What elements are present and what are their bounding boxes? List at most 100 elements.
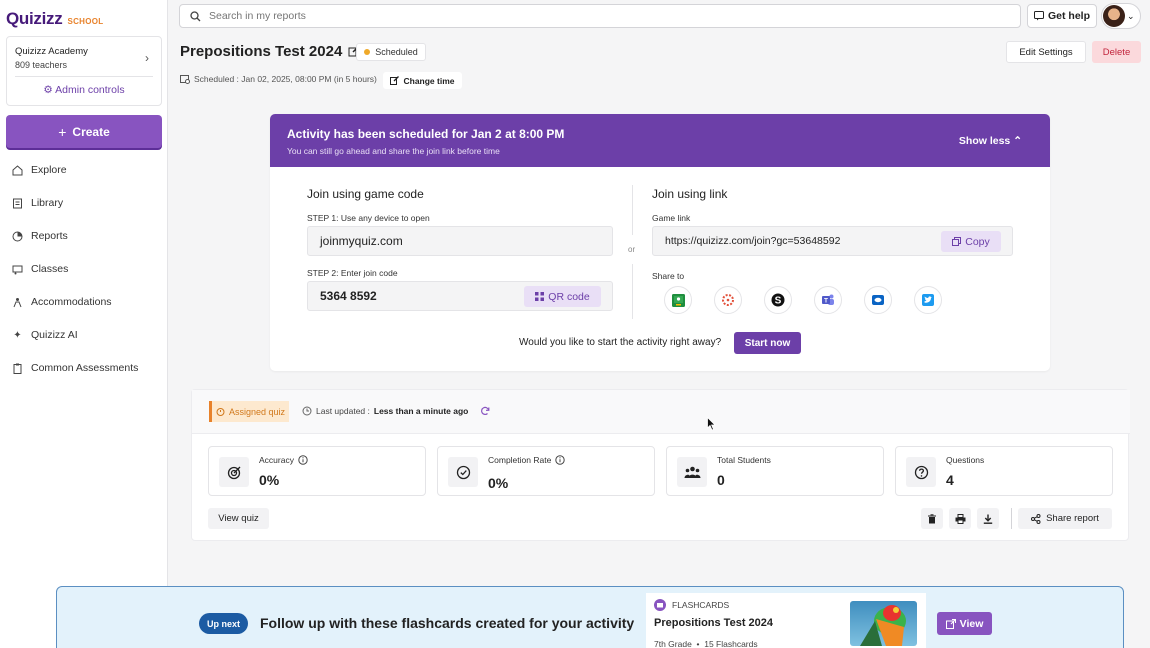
edit-settings-button[interactable]: Edit Settings [1006, 41, 1086, 63]
change-time-button[interactable]: Change time [383, 72, 462, 89]
search-bar[interactable] [179, 4, 1021, 28]
join-site: joinmyquiz.com [320, 234, 403, 248]
sidebar-item-library[interactable]: Library [12, 193, 162, 213]
change-time-label: Change time [403, 75, 455, 86]
calendar-clock-icon [180, 74, 190, 84]
create-label: Create [72, 124, 110, 139]
chevron-right-icon[interactable]: › [145, 51, 149, 65]
alarm-icon [216, 407, 225, 416]
twitter-share-button[interactable] [914, 286, 942, 314]
accommodations-icon [12, 297, 23, 308]
show-less-button[interactable]: Show less ⌃ [959, 135, 1022, 147]
quizizz-logo[interactable]: Quizizz SCHOOL [6, 9, 104, 29]
create-button[interactable]: + Create [6, 115, 162, 148]
share-report-button[interactable]: Share report [1018, 508, 1112, 529]
divider [15, 76, 153, 77]
chevron-down-icon: ⌄ [1127, 10, 1135, 21]
game-link-field[interactable]: https://quizizz.com/join?gc=53648592 Cop… [652, 226, 1013, 256]
up-next-badge: Up next [199, 613, 248, 634]
sidebar-item-label: Reports [31, 230, 68, 242]
start-prompt: Would you like to start the activity rig… [519, 337, 722, 348]
schoology-share-button[interactable]: S [764, 286, 792, 314]
join-code-field[interactable]: 5364 8592 QR code [307, 281, 613, 311]
help-chat-icon [1033, 11, 1044, 21]
status-dot [364, 49, 371, 55]
google-classroom-share-button[interactable] [664, 286, 692, 314]
schedule-info: Scheduled : Jan 02, 2025, 08:00 PM (in 5… [180, 74, 377, 84]
sidebar-item-label: Library [31, 197, 64, 209]
flashcard-set-card[interactable]: FLASHCARDS Prepositions Test 2024 7th Gr… [646, 593, 926, 648]
admin-controls-label: Admin controls [55, 84, 125, 96]
qr-code-button[interactable]: QR code [524, 286, 601, 307]
sidebar-item-classes[interactable]: Classes [12, 259, 162, 279]
sidebar-item-quizizz-ai[interactable]: ✦ Quizizz AI [12, 325, 162, 345]
last-updated: Last updated : Less than a minute ago [302, 406, 490, 416]
user-menu[interactable]: ⌄ [1101, 3, 1141, 29]
share-report-label: Share report [1046, 513, 1099, 524]
or-separator: or [628, 245, 636, 254]
step1-label: STEP 1: Use any device to open [307, 213, 430, 223]
get-help-button[interactable]: Get help [1027, 4, 1097, 28]
avatar [1103, 5, 1125, 27]
external-link-icon [945, 618, 956, 629]
last-updated-value: Less than a minute ago [373, 406, 469, 416]
org-name[interactable]: Quizizz Academy [15, 46, 88, 57]
sidebar-item-label: Classes [31, 263, 69, 275]
sidebar-item-common-assessments[interactable]: Common Assessments [12, 358, 162, 378]
logo-tag: SCHOOL [67, 17, 104, 26]
divider [632, 185, 633, 235]
print-button[interactable] [949, 508, 971, 529]
stats-header: Assigned quiz Last updated : Less than a… [192, 390, 1130, 434]
completion-rate-card: Completion Rate 0% [437, 446, 655, 496]
clock-icon [302, 406, 312, 416]
total-students-card: Total Students 0 [666, 446, 884, 496]
stat-value: 0% [488, 475, 509, 491]
sidebar-item-reports[interactable]: Reports [12, 226, 162, 246]
reports-icon [12, 231, 23, 242]
view-quiz-button[interactable]: View quiz [208, 508, 269, 529]
delete-report-button[interactable] [921, 508, 943, 529]
qr-label: QR code [548, 290, 590, 303]
start-now-button[interactable]: Start now [734, 332, 801, 354]
mouse-cursor-icon [707, 417, 717, 431]
quiz-stats-panel: Assigned quiz Last updated : Less than a… [191, 389, 1130, 541]
search-input[interactable] [209, 10, 989, 22]
join-code: 5364 8592 [320, 289, 377, 303]
copy-link-button[interactable]: Copy [941, 231, 1001, 252]
download-icon [983, 514, 993, 524]
game-link-label: Game link [652, 213, 691, 223]
info-icon[interactable] [555, 455, 566, 465]
svg-text:T: T [824, 298, 828, 305]
view-label: View [959, 617, 984, 630]
outlook-icon [871, 293, 885, 307]
outlook-share-button[interactable] [864, 286, 892, 314]
sidebar-item-explore[interactable]: Explore [12, 160, 162, 180]
twitter-icon [921, 293, 935, 307]
info-icon[interactable] [298, 455, 308, 465]
refresh-icon[interactable] [480, 406, 490, 416]
qr-icon [535, 292, 545, 301]
schedule-banner: Activity has been scheduled for Jan 2 at… [270, 114, 1050, 167]
canvas-share-button[interactable] [714, 286, 742, 314]
stat-title: Completion Rate [488, 455, 566, 465]
teams-share-button[interactable]: T [814, 286, 842, 314]
sidebar-item-label: Common Assessments [31, 362, 139, 374]
sidebar-item-label: Accommodations [31, 296, 112, 308]
status-badge: Scheduled [356, 43, 426, 61]
divider [632, 264, 633, 319]
sidebar-item-accommodations[interactable]: Accommodations [12, 292, 162, 312]
delete-button[interactable]: Delete [1092, 41, 1141, 63]
view-flashcards-button[interactable]: View [937, 612, 992, 635]
admin-controls-link[interactable]: ⚙ Admin controls [7, 84, 161, 96]
show-less-label: Show less [958, 135, 1011, 147]
stat-title: Questions [946, 455, 985, 465]
trash-icon [927, 513, 937, 524]
download-button[interactable] [977, 508, 999, 529]
flashcard-meta: 7th Grade • 15 Flashcards [654, 639, 758, 648]
banner-subtitle: You can still go ahead and share the joi… [287, 146, 500, 156]
join-site-field[interactable]: joinmyquiz.com [307, 226, 613, 256]
copy-label: Copy [965, 235, 990, 248]
stat-value: 0 [717, 472, 725, 488]
last-updated-label: Last updated : [316, 406, 370, 416]
page-title: Prepositions Test 2024 [180, 43, 343, 60]
